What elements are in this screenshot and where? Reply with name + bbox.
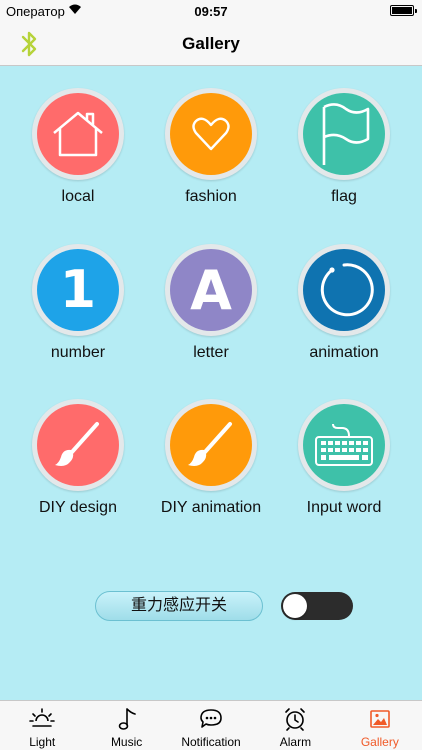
tile-label: fashion	[185, 188, 237, 205]
page-title: Gallery	[182, 34, 240, 53]
tab-alarm[interactable]: Alarm	[253, 701, 337, 750]
tile-label: letter	[193, 344, 229, 361]
tile-ring	[32, 399, 124, 491]
tile-ring	[32, 88, 124, 180]
battery-icon	[390, 5, 417, 16]
heart-icon	[170, 93, 252, 175]
tile-fashion[interactable]: fashion	[145, 88, 275, 228]
number-one-icon: 1	[37, 249, 119, 331]
tile-label: DIY design	[39, 499, 117, 516]
number-one-glyph: 1	[59, 260, 97, 320]
tile-flag[interactable]: flag	[278, 88, 408, 228]
status-bar: Оператор 09:57	[0, 0, 422, 22]
tile-label: local	[61, 188, 95, 205]
house-icon	[37, 93, 119, 175]
brush-icon	[170, 404, 252, 486]
gravity-sensor-label: 重力感应开关	[95, 591, 263, 621]
tile-label: Input word	[306, 499, 382, 516]
tab-bar: Light Music Notification Alarm Gallery	[0, 700, 422, 750]
sun-icon	[29, 708, 56, 727]
tile-diy-animation[interactable]: DIY animation	[145, 399, 275, 539]
circle-arc-icon	[303, 249, 385, 331]
keyboard-icon	[303, 404, 385, 486]
tab-music[interactable]: Music	[84, 701, 168, 750]
chat-bubble-icon	[200, 709, 222, 728]
tab-gallery[interactable]: Gallery	[338, 701, 422, 750]
alarm-clock-icon	[285, 708, 306, 731]
gravity-sensor-switch[interactable]	[281, 592, 353, 620]
tab-label: Gallery	[360, 735, 399, 749]
tile-letter[interactable]: A letter	[145, 244, 275, 384]
tab-notification[interactable]: Notification	[169, 701, 253, 750]
nav-bar: Gallery	[0, 22, 422, 66]
tile-ring	[298, 88, 390, 180]
brush-icon	[37, 404, 119, 486]
tile-diy-design[interactable]: DIY design	[12, 399, 142, 539]
music-note-icon	[118, 708, 136, 730]
tile-input-word[interactable]: Input word	[278, 399, 408, 539]
letter-a-icon: A	[170, 249, 252, 331]
tab-light[interactable]: Light	[0, 701, 84, 750]
tile-ring	[298, 244, 390, 336]
tab-label: Light	[29, 735, 56, 749]
tile-label: number	[50, 344, 106, 361]
tile-label: flag	[331, 188, 357, 205]
tile-number[interactable]: 1 number	[12, 244, 142, 384]
gallery-grid: local fashion flag 1 number A letter ani…	[0, 66, 422, 700]
status-time: 09:57	[194, 4, 228, 19]
tile-ring	[165, 399, 257, 491]
tab-label: Music	[110, 735, 143, 749]
tile-ring	[165, 88, 257, 180]
tile-ring: 1	[32, 244, 124, 336]
switch-knob	[283, 594, 307, 618]
tab-label: Notification	[181, 735, 241, 749]
letter-a-glyph: A	[190, 258, 232, 322]
flag-icon	[303, 93, 385, 175]
tile-local[interactable]: local	[12, 88, 142, 228]
tab-label: Alarm	[279, 735, 312, 749]
tile-ring	[298, 399, 390, 491]
picture-icon	[370, 710, 390, 728]
tile-animation[interactable]: animation	[278, 244, 408, 384]
tile-label: DIY animation	[160, 499, 262, 516]
tile-ring: A	[165, 244, 257, 336]
tile-label: animation	[309, 344, 379, 361]
